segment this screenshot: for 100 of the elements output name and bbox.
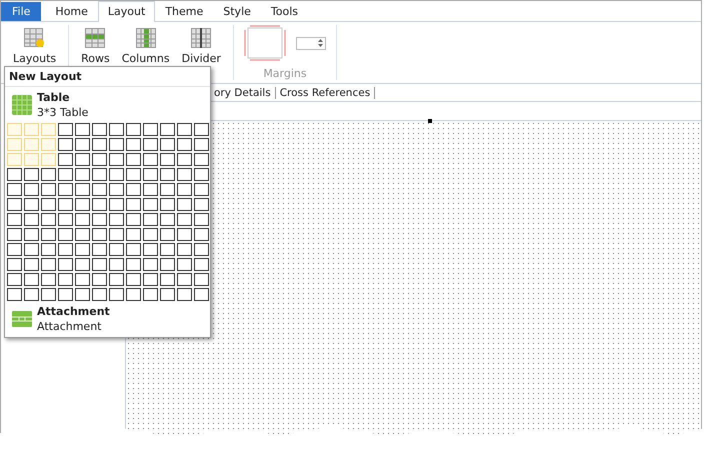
grid-cell[interactable] (143, 138, 158, 151)
grid-cell[interactable] (177, 273, 192, 286)
grid-cell[interactable] (41, 258, 56, 271)
grid-cell[interactable] (58, 198, 73, 211)
grid-cell[interactable] (24, 168, 39, 181)
grid-cell[interactable] (41, 243, 56, 256)
ribbon-tab[interactable]: Layout (98, 1, 156, 22)
resize-handle[interactable] (428, 119, 432, 123)
grid-cell[interactable] (143, 288, 158, 301)
grid-cell[interactable] (92, 183, 107, 196)
grid-cell[interactable] (41, 228, 56, 241)
grid-cell[interactable] (126, 183, 141, 196)
grid-cell[interactable] (92, 198, 107, 211)
grid-cell[interactable] (160, 183, 175, 196)
grid-cell[interactable] (24, 198, 39, 211)
grid-cell[interactable] (109, 183, 124, 196)
grid-cell[interactable] (92, 258, 107, 271)
grid-cell[interactable] (177, 153, 192, 166)
grid-cell[interactable] (143, 168, 158, 181)
grid-cell[interactable] (75, 183, 90, 196)
grid-cell[interactable] (7, 288, 22, 301)
grid-cell[interactable] (7, 183, 22, 196)
margin-spinner[interactable] (296, 36, 326, 50)
grid-cell[interactable] (41, 168, 56, 181)
grid-cell[interactable] (177, 168, 192, 181)
grid-cell[interactable] (7, 273, 22, 286)
grid-cell[interactable] (143, 273, 158, 286)
grid-cell[interactable] (126, 168, 141, 181)
grid-cell[interactable] (24, 183, 39, 196)
grid-cell[interactable] (75, 123, 90, 136)
grid-cell[interactable] (24, 243, 39, 256)
grid-cell[interactable] (75, 288, 90, 301)
grid-cell[interactable] (24, 273, 39, 286)
grid-cell[interactable] (75, 153, 90, 166)
grid-cell[interactable] (143, 243, 158, 256)
grid-cell[interactable] (109, 168, 124, 181)
grid-cell[interactable] (109, 228, 124, 241)
grid-cell[interactable] (194, 168, 209, 181)
grid-cell[interactable] (126, 288, 141, 301)
grid-cell[interactable] (194, 123, 209, 136)
grid-cell[interactable] (75, 198, 90, 211)
grid-cell[interactable] (194, 183, 209, 196)
grid-cell[interactable] (58, 258, 73, 271)
grid-cell[interactable] (75, 228, 90, 241)
grid-cell[interactable] (143, 198, 158, 211)
ribbon-tab[interactable]: Home (45, 1, 98, 21)
grid-cell[interactable] (109, 138, 124, 151)
grid-cell[interactable] (177, 123, 192, 136)
grid-cell[interactable] (7, 198, 22, 211)
grid-cell[interactable] (109, 288, 124, 301)
grid-cell[interactable] (143, 213, 158, 226)
grid-cell[interactable] (143, 258, 158, 271)
grid-cell[interactable] (194, 138, 209, 151)
grid-cell[interactable] (92, 243, 107, 256)
grid-cell[interactable] (143, 183, 158, 196)
grid-cell[interactable] (194, 243, 209, 256)
grid-cell[interactable] (58, 138, 73, 151)
document-tab[interactable]: Cross References (276, 86, 376, 98)
grid-cell[interactable] (194, 258, 209, 271)
grid-cell[interactable] (75, 273, 90, 286)
grid-cell[interactable] (58, 243, 73, 256)
grid-cell[interactable] (177, 228, 192, 241)
grid-cell[interactable] (92, 123, 107, 136)
grid-cell[interactable] (92, 273, 107, 286)
grid-cell[interactable] (143, 123, 158, 136)
file-tab[interactable]: File (1, 2, 42, 21)
grid-cell[interactable] (109, 153, 124, 166)
grid-cell[interactable] (7, 213, 22, 226)
grid-cell[interactable] (41, 273, 56, 286)
grid-cell[interactable] (7, 258, 22, 271)
grid-cell[interactable] (160, 273, 175, 286)
grid-cell[interactable] (58, 228, 73, 241)
grid-cell[interactable] (126, 258, 141, 271)
grid-cell[interactable] (24, 288, 39, 301)
grid-cell[interactable] (160, 138, 175, 151)
attachment-menu-item[interactable]: Attachment Attachment (5, 301, 210, 337)
grid-cell[interactable] (92, 153, 107, 166)
grid-cell[interactable] (177, 138, 192, 151)
ribbon-tab[interactable]: Tools (260, 1, 308, 21)
grid-cell[interactable] (143, 153, 158, 166)
grid-cell[interactable] (75, 243, 90, 256)
grid-cell[interactable] (109, 258, 124, 271)
grid-cell[interactable] (177, 258, 192, 271)
grid-cell[interactable] (109, 123, 124, 136)
grid-cell[interactable] (160, 243, 175, 256)
grid-cell[interactable] (160, 258, 175, 271)
grid-cell[interactable] (194, 213, 209, 226)
grid-cell[interactable] (92, 213, 107, 226)
grid-cell[interactable] (7, 228, 22, 241)
grid-cell[interactable] (126, 243, 141, 256)
grid-cell[interactable] (24, 213, 39, 226)
grid-cell[interactable] (194, 198, 209, 211)
grid-cell[interactable] (24, 228, 39, 241)
grid-cell[interactable] (126, 123, 141, 136)
grid-cell[interactable] (177, 288, 192, 301)
grid-cell[interactable] (177, 183, 192, 196)
grid-cell[interactable] (75, 138, 90, 151)
grid-cell[interactable] (160, 228, 175, 241)
grid-cell[interactable] (126, 153, 141, 166)
grid-cell[interactable] (109, 213, 124, 226)
